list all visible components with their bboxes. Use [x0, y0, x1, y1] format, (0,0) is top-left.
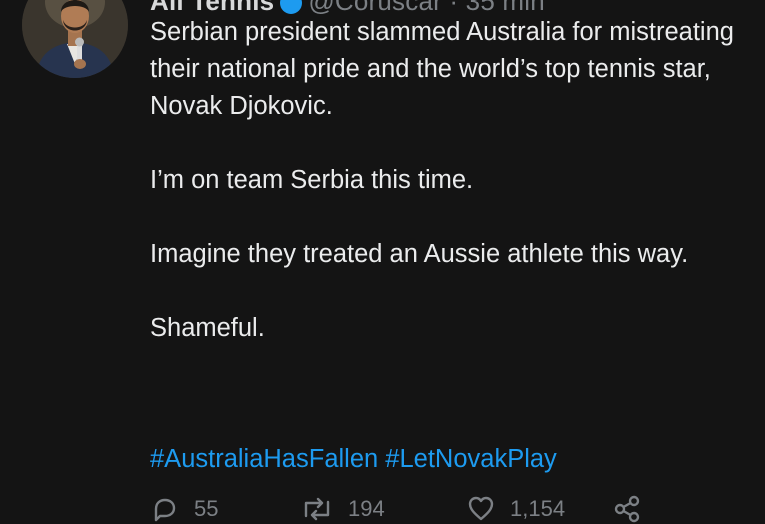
tweet-paragraph: Serbian president slammed Australia for …: [150, 18, 734, 120]
reply-button[interactable]: 55: [150, 494, 218, 524]
verified-badge-icon: [280, 0, 303, 15]
share-icon: [614, 495, 640, 523]
heart-icon: [468, 496, 494, 521]
share-button[interactable]: [612, 494, 642, 524]
reply-icon: [154, 498, 176, 522]
tweet[interactable]: Ali Tennis @Coruscar · 35 min Serbian pre…: [0, 0, 765, 523]
like-button[interactable]: 1,154: [466, 494, 565, 524]
tweet-paragraph: Imagine they treated an Aussie athlete t…: [150, 240, 689, 268]
retweet-button[interactable]: 194: [300, 494, 385, 524]
hashtag-link[interactable]: #LetNovakPlay: [385, 445, 557, 473]
tweet-actions: 55 194 1,154: [150, 494, 750, 524]
reply-count: 55: [194, 496, 219, 521]
retweet-icon: [304, 497, 330, 521]
tweet-paragraph: I’m on team Serbia this time.: [150, 166, 474, 194]
hashtags: #AustraliaHasFallen #LetNovakPlay: [150, 441, 557, 478]
tweet-text: Serbian president slammed Australia for …: [150, 14, 740, 347]
avatar[interactable]: [22, 0, 128, 78]
like-count: 1,154: [510, 496, 566, 521]
retweet-count: 194: [348, 496, 385, 521]
tweet-paragraph: Shameful.: [150, 314, 265, 342]
hashtag-link[interactable]: #AustraliaHasFallen: [150, 445, 378, 473]
avatar-portrait-icon: [22, 0, 128, 78]
